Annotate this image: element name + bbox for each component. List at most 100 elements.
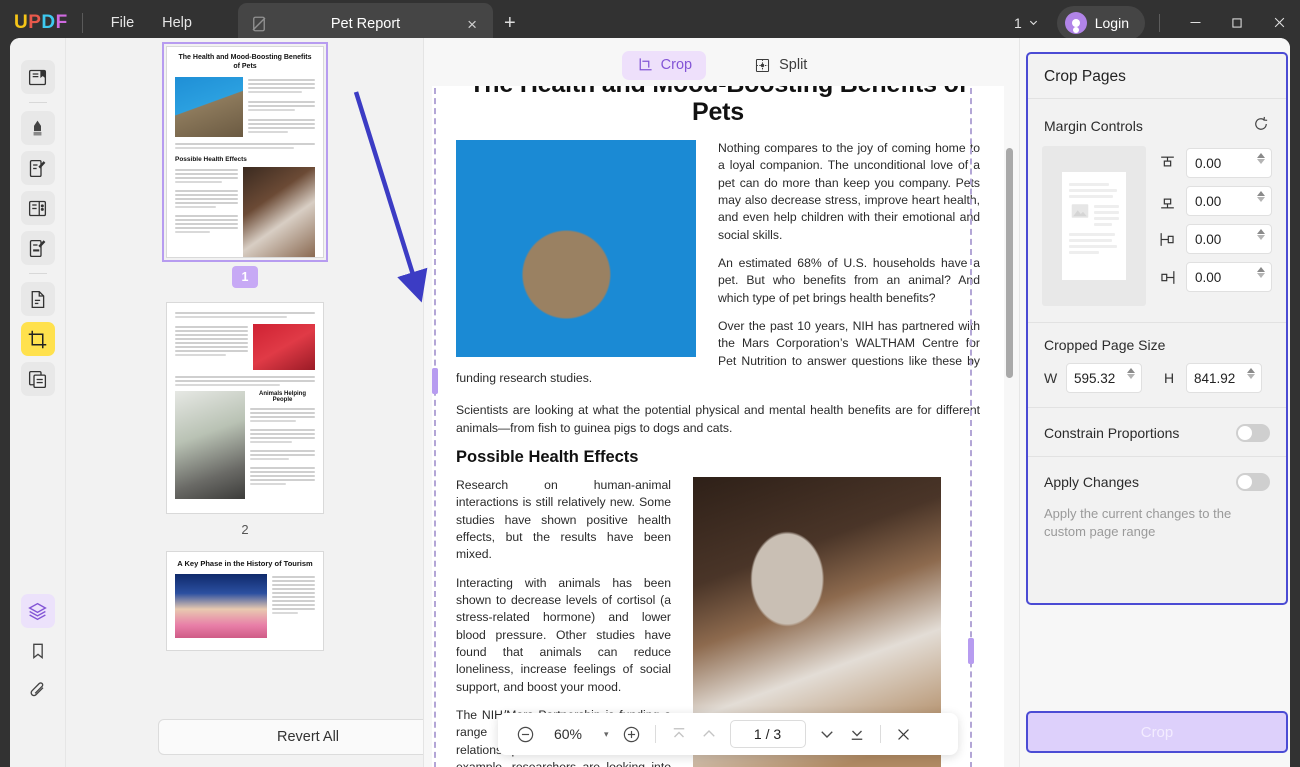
first-page-button[interactable] xyxy=(666,721,692,747)
sidebar-item-bookmark[interactable] xyxy=(21,634,55,668)
margin-top-stepper[interactable] xyxy=(1257,153,1265,164)
toolbar-divider-2 xyxy=(879,725,881,743)
page-preview xyxy=(1042,146,1146,306)
annotate-icon xyxy=(29,159,46,177)
crop-pages-icon xyxy=(28,330,47,348)
pdf-page-1: The Health and Mood-Boosting Benefits of… xyxy=(432,86,1004,767)
reader-view-icon xyxy=(28,69,47,85)
margin-bottom-input[interactable]: 0.00 xyxy=(1186,186,1272,216)
cropped-page-size-label: Cropped Page Size xyxy=(1044,337,1166,353)
last-page-button[interactable] xyxy=(844,721,870,747)
reset-icon[interactable] xyxy=(1252,115,1270,136)
margin-left-stepper[interactable] xyxy=(1257,229,1265,240)
logo-letter-d: D xyxy=(41,11,56,33)
next-page-button[interactable] xyxy=(814,721,840,747)
margin-right-input[interactable]: 0.00 xyxy=(1186,262,1272,292)
new-tab-button[interactable]: + xyxy=(500,13,520,33)
margin-left-input[interactable]: 0.00 xyxy=(1186,224,1272,254)
tab-crop[interactable]: Crop xyxy=(621,50,707,80)
doc-slash-icon xyxy=(252,16,266,32)
tab-title: Pet Report xyxy=(330,16,401,32)
page-indicator[interactable]: 1 / 3 xyxy=(729,720,806,748)
page-count-value: 1 xyxy=(1013,14,1022,31)
split-icon xyxy=(756,58,770,72)
constrain-proportions-toggle[interactable] xyxy=(1236,424,1270,442)
sidebar-item-crop[interactable] xyxy=(20,322,55,356)
zoom-out-icon xyxy=(517,726,533,742)
margin-spinner-column: 0.00 0.00 0.00 0.00 xyxy=(1156,146,1272,306)
crop-icon xyxy=(639,57,652,70)
sidebar-item-highlight[interactable] xyxy=(20,111,55,145)
zoom-level-value[interactable]: 60% xyxy=(542,726,594,742)
maximize-icon xyxy=(1232,17,1242,28)
fill-sign-icon xyxy=(29,239,46,257)
crop-pages-card: Crop Pages Margin Controls 0.00 0.00 0.0… xyxy=(1026,52,1288,605)
apply-changes-toggle[interactable] xyxy=(1236,473,1270,491)
close-toolbar-button[interactable] xyxy=(891,721,917,747)
thumb-2-content: Animals Helping People xyxy=(167,303,323,506)
prev-page-icon xyxy=(702,730,715,737)
height-stepper[interactable] xyxy=(1247,368,1255,379)
prev-page-button[interactable] xyxy=(696,721,722,747)
page-count-dropdown[interactable]: 1 xyxy=(1014,15,1039,31)
avatar xyxy=(1064,11,1087,34)
width-input[interactable]: 595.32 xyxy=(1066,363,1142,393)
organize-pages-icon xyxy=(31,290,45,308)
logo-letter-f: F xyxy=(55,11,68,33)
width-label: W xyxy=(1044,370,1058,386)
document-vertical-scrollbar[interactable] xyxy=(1006,148,1013,378)
revert-all-button[interactable]: Revert All xyxy=(158,719,423,755)
login-button[interactable]: Login xyxy=(1056,5,1145,40)
document-scroll-container[interactable]: The Health and Mood-Boosting Benefits of… xyxy=(424,86,1019,767)
thumb-1-content: The Health and Mood-Boosting Benefits of… xyxy=(167,47,323,257)
apply-changes-hint: Apply the current changes to the custom … xyxy=(1044,506,1232,540)
titlebar-divider xyxy=(81,12,83,33)
zoom-out-button[interactable] xyxy=(512,721,538,747)
thumbnail-list: The Health and Mood-Boosting Benefits of… xyxy=(66,42,423,651)
margin-left-value: 0.00 xyxy=(1195,231,1222,247)
margin-top-row: 0.00 xyxy=(1156,148,1272,178)
bookmark-icon xyxy=(32,643,43,660)
minimize-icon xyxy=(1190,22,1200,23)
sidebar-item-fill-sign[interactable] xyxy=(20,231,55,265)
margin-controls-label: Margin Controls xyxy=(1044,117,1143,134)
sidebar-item-organize[interactable] xyxy=(20,282,55,316)
thumb-2-cat-plant-image xyxy=(175,391,245,499)
tab-close-icon[interactable]: × xyxy=(463,16,481,33)
sidebar-item-edit-pdf[interactable] xyxy=(20,191,55,225)
thumbnail-page-2[interactable]: Animals Helping People xyxy=(166,302,324,514)
zoom-dropdown-icon[interactable]: ▾ xyxy=(598,729,615,740)
menu-file[interactable]: File xyxy=(97,9,148,37)
width-stepper[interactable] xyxy=(1127,368,1135,379)
attachment-icon xyxy=(30,682,43,697)
margin-top-icon xyxy=(1156,152,1178,174)
viewer-bottom-toolbar: 60% ▾ 1 / 3 xyxy=(498,713,958,755)
margin-top-value: 0.00 xyxy=(1195,155,1222,171)
thumbnail-panel[interactable]: The Health and Mood-Boosting Benefits of… xyxy=(66,38,424,767)
sidebar-item-annotate[interactable] xyxy=(20,151,55,185)
zoom-in-button[interactable] xyxy=(619,721,645,747)
margin-top-input[interactable]: 0.00 xyxy=(1186,148,1272,178)
crop-button[interactable]: Crop xyxy=(1026,711,1288,753)
height-input[interactable]: 841.92 xyxy=(1186,363,1262,393)
menu-help[interactable]: Help xyxy=(148,9,206,37)
doc-paragraph-4: Scientists are looking at what the poten… xyxy=(456,403,980,435)
tab-split[interactable]: Split xyxy=(740,51,821,80)
margin-bottom-stepper[interactable] xyxy=(1257,191,1265,202)
edit-pdf-icon xyxy=(28,200,47,216)
cropped-page-size-row: W 595.32 H 841.92 xyxy=(1028,363,1286,407)
pdf-page-content: The Health and Mood-Boosting Benefits of… xyxy=(432,86,1004,767)
thumbnail-page-1[interactable]: The Health and Mood-Boosting Benefits of… xyxy=(162,42,328,262)
sidebar-item-layers[interactable] xyxy=(20,594,55,628)
cat-photo xyxy=(456,140,696,357)
thumbnail-page-3[interactable]: A Key Phase in the History of Tourism xyxy=(166,551,324,651)
sidebar-item-compare[interactable] xyxy=(20,362,55,396)
margin-right-icon xyxy=(1156,266,1178,288)
layers-icon xyxy=(28,602,47,620)
sidebar-item-attachment[interactable] xyxy=(21,674,55,708)
sidebar-item-reader[interactable] xyxy=(20,60,55,94)
margin-right-stepper[interactable] xyxy=(1257,267,1265,278)
updf-window: U P D F File Help Pet Report × + 1 Login xyxy=(0,0,1300,767)
crop-pages-title: Crop Pages xyxy=(1044,68,1126,85)
toolbar-divider-1 xyxy=(654,725,656,743)
